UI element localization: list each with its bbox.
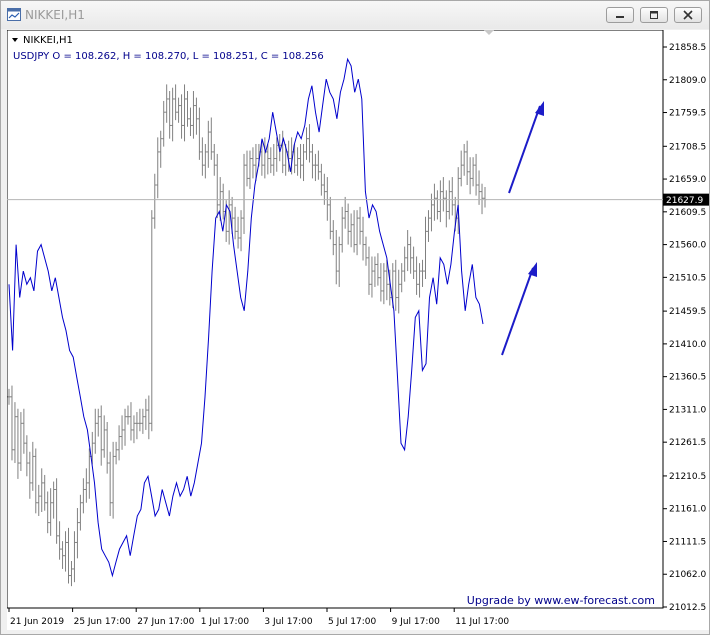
time-tick-label: 11 Jul 17:00 (455, 617, 509, 627)
price-tick-label: 21360.5 (669, 373, 706, 383)
price-tick-label: 21659.0 (669, 175, 706, 185)
close-icon (683, 10, 693, 20)
time-axis-ticks: 21 Jun 2019 25 Jun 17:00 27 Jun 17:00 1 Jul… (8, 608, 509, 627)
price-tick-label: 21510.5 (669, 273, 706, 283)
price-tick-label: 21759.5 (669, 109, 706, 119)
chart-window: NIKKEI,H1 21627.9 21858.5 21809.0 21759.5 2… (0, 0, 710, 635)
price-tick-label: 21858.5 (669, 43, 706, 53)
price-axis-ticks: 21858.5 21809.0 21759.5 21708.5 21659.0 21609… (663, 43, 706, 613)
chart-window-icon (7, 8, 21, 21)
overlay-quote: USDJPY O = 108.262, H = 108.270, L = 108… (13, 51, 324, 62)
price-chart[interactable]: 21627.9 21858.5 21809.0 21759.5 21708.5 2165… (7, 30, 709, 630)
time-tick-label: 3 Jul 17:00 (264, 617, 313, 627)
price-tick-label: 21708.5 (669, 142, 706, 152)
title-bar[interactable]: NIKKEI,H1 (1, 1, 709, 29)
plot-frame (7, 30, 664, 609)
price-tick-label: 21311.0 (669, 405, 706, 415)
price-tick-label: 21111.5 (669, 537, 706, 547)
current-price-label: 21627.9 (666, 196, 703, 206)
price-tick-label: 21062.0 (669, 570, 706, 580)
time-tick-label: 27 Jun 17:00 (137, 617, 194, 627)
window-title: NIKKEI,H1 (25, 8, 85, 22)
symbol-label: NIKKEI,H1 (23, 35, 73, 46)
minimize-button[interactable] (606, 7, 634, 23)
price-tick-label: 21210.5 (669, 472, 706, 482)
price-tick-label: 21560.0 (669, 241, 706, 251)
time-tick-label: 9 Jul 17:00 (392, 617, 441, 627)
time-tick-label: 5 Jul 17:00 (328, 617, 377, 627)
price-tick-label: 21161.0 (669, 505, 706, 515)
upgrade-watermark[interactable]: Upgrade by www.ew-forecast.com (467, 594, 655, 607)
restore-icon (650, 11, 658, 19)
minimize-icon (616, 16, 624, 18)
price-tick-label: 21609.5 (669, 208, 706, 218)
time-tick-label: 1 Jul 17:00 (201, 617, 250, 627)
time-tick-label: 25 Jun 17:00 (74, 617, 131, 627)
price-tick-label: 21459.5 (669, 307, 706, 317)
chart-area[interactable]: 21627.9 21858.5 21809.0 21759.5 21708.5 2165… (7, 30, 709, 630)
price-tick-label: 21012.5 (669, 603, 706, 613)
price-tick-label: 21261.5 (669, 438, 706, 448)
price-tick-label: 21809.0 (669, 76, 706, 86)
time-tick-label: 21 Jun 2019 (10, 617, 64, 627)
restore-button[interactable] (640, 7, 668, 23)
close-button[interactable] (674, 7, 702, 23)
price-tick-label: 21410.0 (669, 340, 706, 350)
